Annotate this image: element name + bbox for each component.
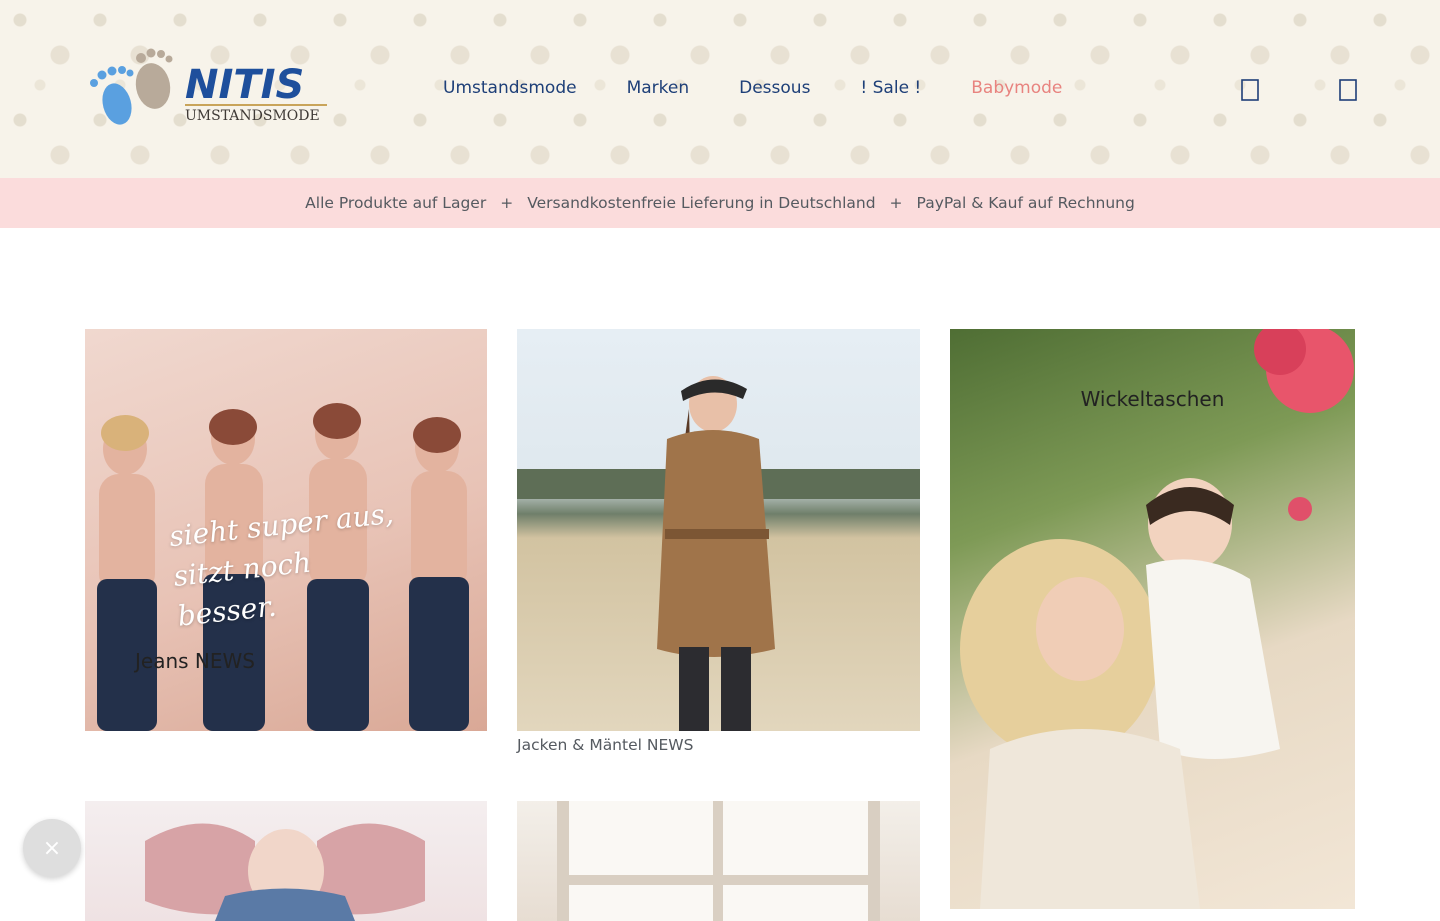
- brand-logo[interactable]: NITIS UMSTANDSMODE: [85, 46, 330, 130]
- close-button[interactable]: ×: [23, 819, 81, 877]
- category-tile-jackets[interactable]: [517, 329, 920, 731]
- usp-free-shipping: Versandkostenfreie Lieferung in Deutschl…: [527, 194, 876, 212]
- category-tile-baby[interactable]: [85, 801, 487, 921]
- baby-wings-image: [145, 823, 425, 921]
- category-tile-interior[interactable]: [517, 801, 920, 921]
- category-tile-jeans[interactable]: sieht super aus, sitzt noch besser. Jean…: [85, 329, 487, 731]
- cart-icon[interactable]: [1338, 78, 1358, 102]
- nav-item-umstandsmode[interactable]: Umstandsmode: [443, 76, 577, 100]
- window-interior-image: [557, 801, 880, 921]
- mother-baby-image: [960, 329, 1354, 909]
- jeans-caption: Jeans NEWS: [135, 649, 255, 673]
- main-nav: Umstandsmode Marken Dessous ! Sale ! Bab…: [443, 76, 1062, 100]
- changing-bags-caption: Wickeltaschen: [1080, 387, 1225, 411]
- jackets-caption[interactable]: Jacken & Mäntel NEWS: [517, 736, 693, 754]
- usp-bar: Alle Produkte auf Lager + Versandkostenf…: [0, 178, 1440, 228]
- nav-item-marken[interactable]: Marken: [627, 76, 690, 100]
- jeans-overlay-text: sieht super aus, sitzt noch besser.: [167, 496, 396, 633]
- usp-payment: PayPal & Kauf auf Rechnung: [916, 194, 1135, 212]
- usp-separator: +: [889, 194, 903, 212]
- search-icon[interactable]: [1240, 78, 1260, 102]
- brand-name: NITIS: [185, 62, 304, 108]
- nav-item-sale[interactable]: ! Sale !: [860, 76, 921, 100]
- usp-separator: +: [500, 194, 514, 212]
- site-header: NITIS UMSTANDSMODE Umstandsmode Marken D…: [0, 0, 1440, 178]
- usp-stock: Alle Produkte auf Lager: [305, 194, 487, 212]
- nav-item-babymode[interactable]: Babymode: [971, 76, 1062, 100]
- jacket-model-image: [517, 376, 920, 731]
- category-tile-changing-bags[interactable]: Wickeltaschen: [950, 329, 1355, 909]
- close-icon: ×: [42, 835, 62, 861]
- brand-tagline: UMSTANDSMODE: [185, 108, 320, 124]
- nav-item-dessous[interactable]: Dessous: [739, 76, 810, 100]
- footprints-logo-icon: NITIS UMSTANDSMODE: [90, 48, 327, 125]
